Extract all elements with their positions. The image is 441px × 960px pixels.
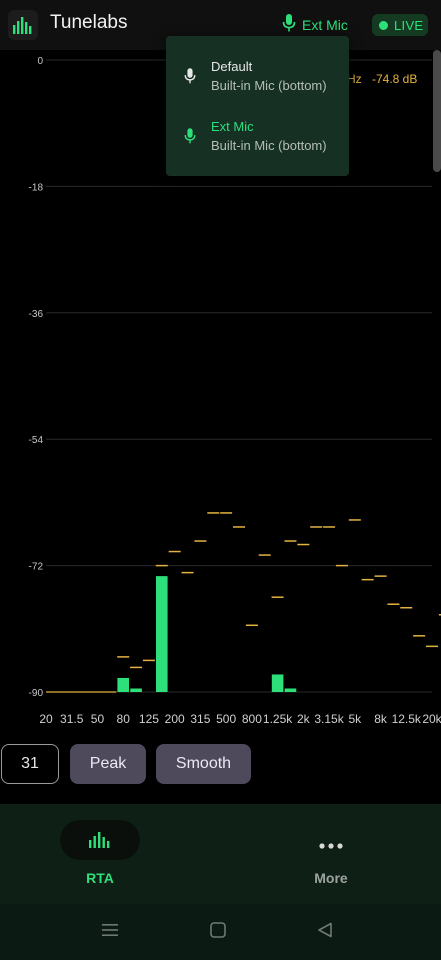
- y-tick-label: -72: [29, 562, 44, 573]
- live-indicator-dot: [379, 20, 388, 30]
- mic-menu-item-name: Ext Mic: [211, 119, 254, 134]
- y-tick-label: -36: [29, 309, 44, 320]
- equalizer-bars-icon: [88, 832, 112, 853]
- system-navigation-bar: [0, 904, 441, 960]
- more-dots-icon: [319, 836, 343, 854]
- mic-menu-item-device: Built-in Mic (bottom): [211, 78, 327, 93]
- nav-tab-more[interactable]: More: [251, 820, 411, 890]
- app-title: Tunelabs: [50, 12, 128, 33]
- mic-menu-item-name: Default: [211, 59, 253, 74]
- x-tick-label: 3.15k: [314, 712, 344, 726]
- control-row: 31 Peak Smooth: [0, 744, 441, 784]
- x-tick-label: 80: [117, 712, 131, 726]
- cursor-frequency-readout: Hz: [347, 72, 362, 86]
- x-tick-label: 1.25k: [263, 712, 293, 726]
- home-icon[interactable]: [210, 922, 226, 943]
- mic-selector-button[interactable]: Ext Mic: [282, 13, 348, 37]
- equalizer-bars-icon: [8, 10, 38, 40]
- x-tick-label: 5k: [348, 712, 362, 726]
- mic-menu-item-ext-mic[interactable]: Ext Mic Built-in Mic (bottom): [166, 106, 349, 166]
- level-bar: [156, 576, 168, 692]
- y-tick-label: -54: [29, 435, 44, 446]
- smooth-button[interactable]: Smooth: [156, 744, 251, 784]
- x-tick-label: 125: [139, 712, 159, 726]
- live-toggle-button[interactable]: LIVE: [372, 14, 428, 36]
- band-count-button[interactable]: 31: [1, 744, 59, 784]
- mic-menu-item-default[interactable]: Default Built-in Mic (bottom): [166, 46, 349, 106]
- x-tick-label: 20k: [422, 712, 441, 726]
- nav-label-rta: RTA: [86, 870, 114, 886]
- recent-apps-icon[interactable]: [102, 922, 118, 943]
- y-tick-label: -90: [29, 688, 44, 699]
- x-tick-label: 800: [242, 712, 262, 726]
- x-tick-label: 50: [91, 712, 105, 726]
- microphone-icon: [282, 13, 296, 37]
- microphone-icon: [184, 128, 196, 149]
- nav-tab-rta[interactable]: RTA: [20, 820, 180, 890]
- nav-label-more: More: [314, 870, 348, 886]
- x-tick-label: 315: [190, 712, 210, 726]
- x-tick-label: 200: [165, 712, 185, 726]
- bottom-navigation: RTA More: [0, 804, 441, 904]
- mic-menu-item-device: Built-in Mic (bottom): [211, 138, 327, 153]
- level-bar: [117, 677, 129, 692]
- back-icon[interactable]: [317, 922, 333, 943]
- level-bar: [130, 688, 142, 692]
- mic-dropdown-menu: Default Built-in Mic (bottom) Ext Mic Bu…: [166, 36, 349, 176]
- x-tick-label: 500: [216, 712, 236, 726]
- x-tick-label: 20: [39, 712, 53, 726]
- x-tick-label: 2k: [297, 712, 311, 726]
- scrollbar-thumb[interactable]: [433, 50, 441, 172]
- live-label: LIVE: [394, 17, 424, 33]
- x-tick-label: 12.5k: [392, 712, 422, 726]
- mic-selector-label: Ext Mic: [302, 17, 348, 33]
- level-bar: [284, 688, 297, 692]
- x-tick-label: 8k: [374, 712, 388, 726]
- x-tick-label: 31.5: [60, 712, 84, 726]
- level-bar: [271, 674, 284, 692]
- peak-hold-button[interactable]: Peak: [70, 744, 146, 784]
- y-tick-label: -18: [29, 182, 44, 193]
- cursor-level-readout: -74.8 dB: [372, 72, 418, 86]
- microphone-icon: [184, 68, 196, 89]
- y-tick-label: 0: [37, 56, 43, 67]
